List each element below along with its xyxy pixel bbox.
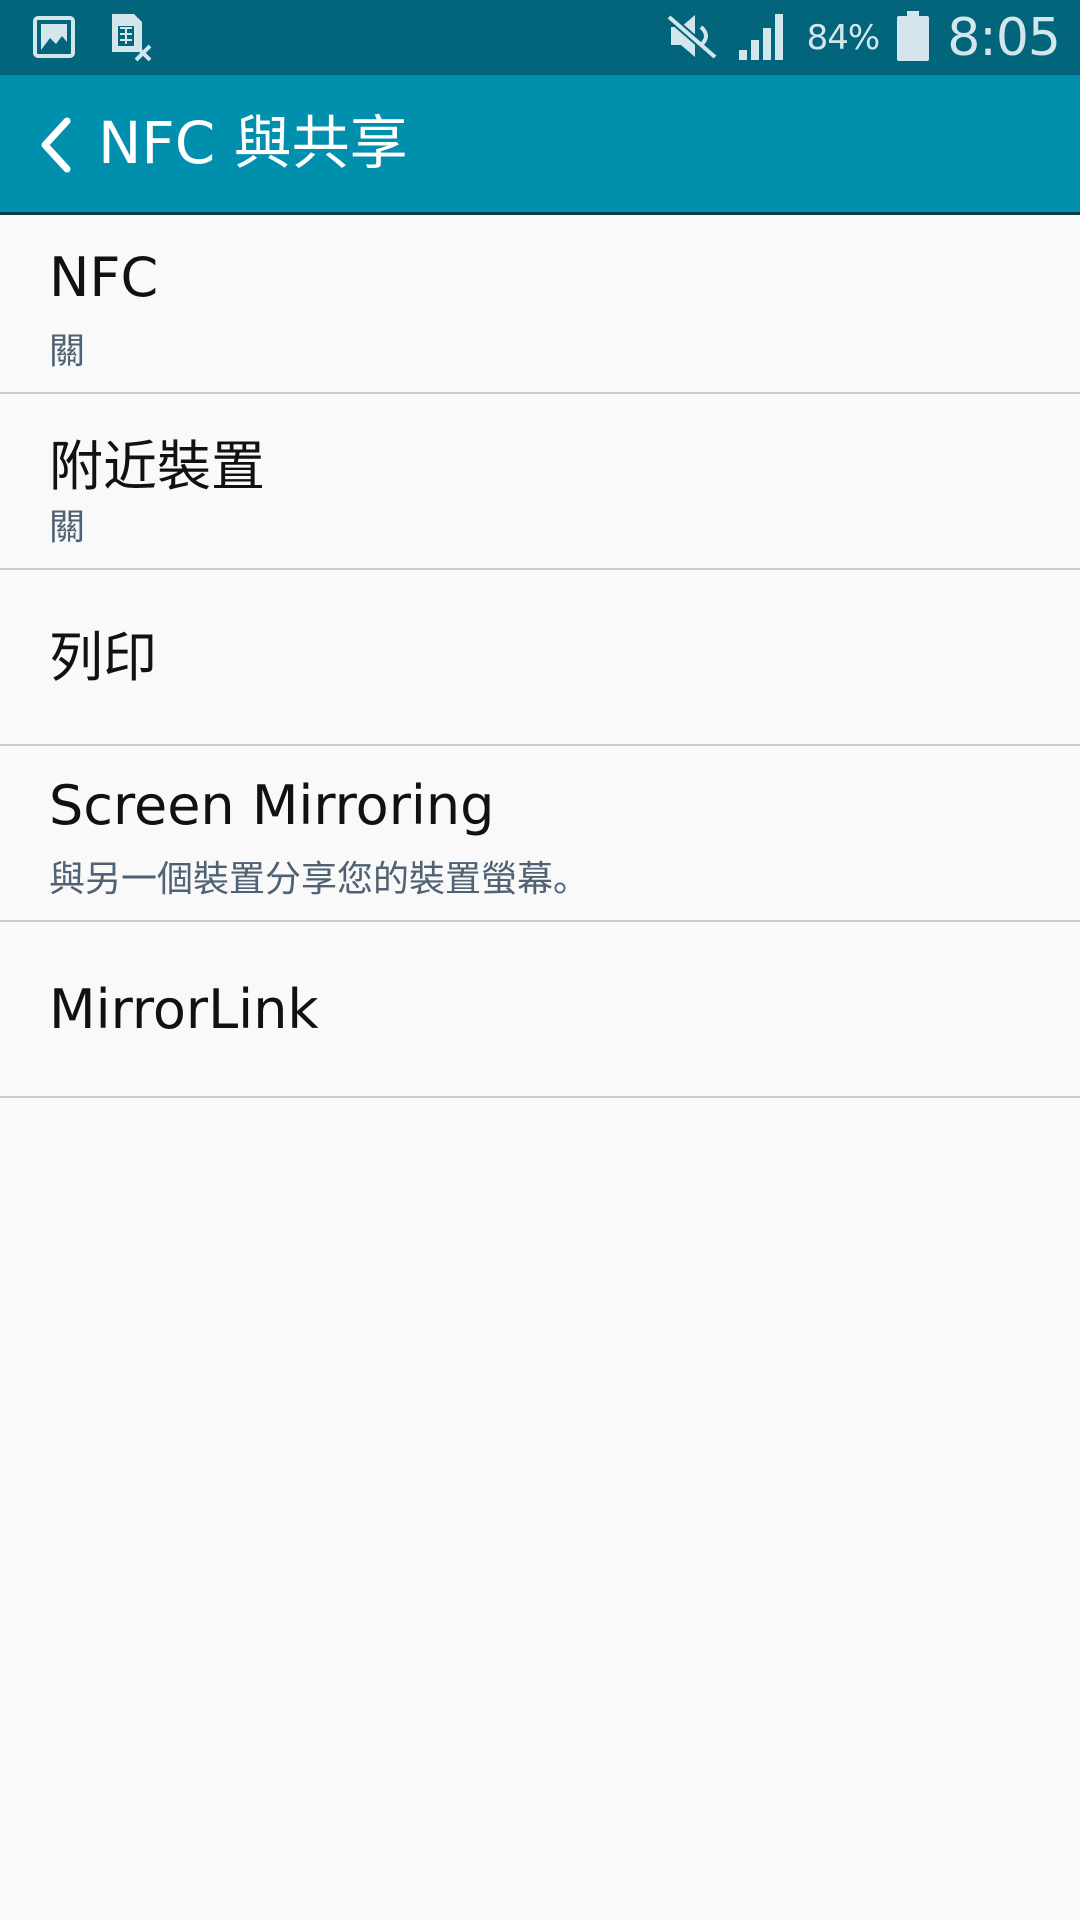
setting-title: NFC (49, 246, 159, 309)
battery-icon (897, 10, 930, 65)
system-status: 84% 8:05 (666, 0, 1061, 75)
setting-item-mirrorlink[interactable]: MirrorLink (0, 922, 1080, 1098)
page-title: NFC 與共享 (98, 109, 408, 177)
sim-card-error-icon (106, 12, 154, 66)
settings-list: NFC 關 附近裝置 關 列印 Screen Mirroring 與另一個裝置分… (0, 218, 1080, 1098)
mute-icon (666, 13, 719, 63)
setting-title: Screen Mirroring (49, 774, 495, 837)
setting-title: 列印 (49, 626, 157, 689)
chevron-left-icon (41, 117, 71, 173)
setting-description: 與另一個裝置分享您的裝置螢幕。 (49, 859, 590, 900)
status-bar: 84% 8:05 (0, 0, 1080, 75)
setting-status: 關 (49, 507, 86, 548)
notification-icons (32, 12, 154, 66)
battery-percent: 84% (806, 17, 881, 58)
clock: 8:05 (947, 7, 1061, 68)
setting-status: 關 (49, 331, 86, 372)
setting-title: 附近裝置 (49, 435, 265, 498)
setting-item-nfc[interactable]: NFC 關 (0, 218, 1080, 394)
setting-item-screen-mirroring[interactable]: Screen Mirroring 與另一個裝置分享您的裝置螢幕。 (0, 746, 1080, 922)
back-button[interactable] (20, 105, 90, 185)
gallery-icon (32, 14, 76, 64)
app-bar: NFC 與共享 (0, 75, 1080, 215)
signal-icon (737, 12, 789, 64)
setting-item-nearby-devices[interactable]: 附近裝置 關 (0, 394, 1080, 570)
setting-item-print[interactable]: 列印 (0, 570, 1080, 746)
setting-title: MirrorLink (49, 978, 319, 1041)
